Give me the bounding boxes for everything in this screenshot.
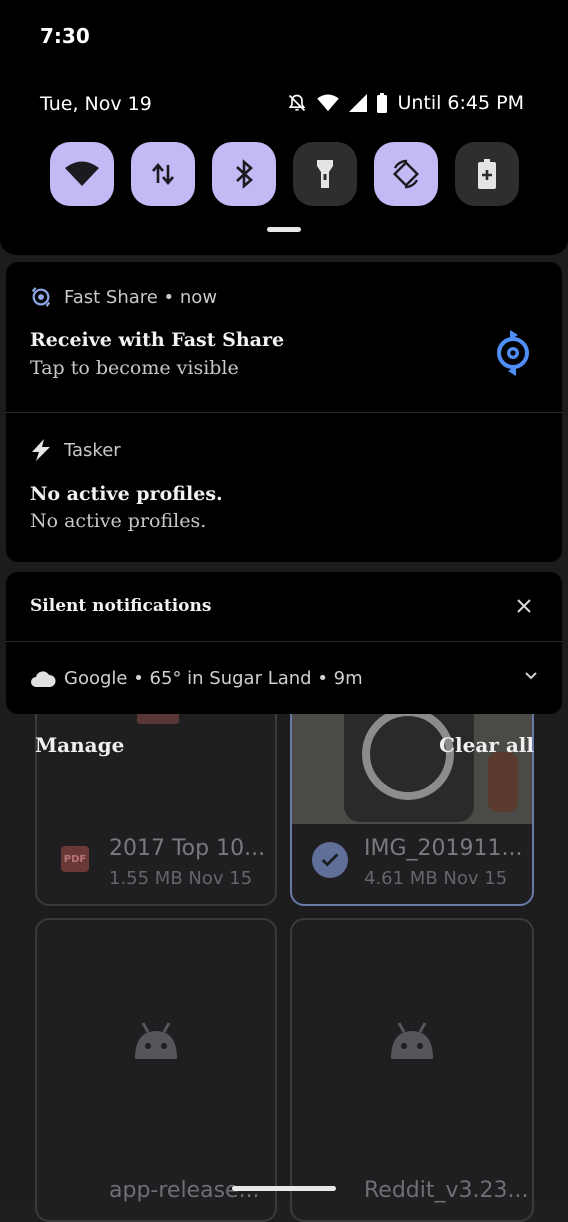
battery-saver-icon (478, 159, 496, 189)
notification-app-name: Fast Share • now (64, 287, 218, 308)
tasker-notification[interactable]: Tasker No active profiles. No active pro… (6, 413, 562, 562)
file-meta: 4.61 MB Nov 15 (364, 868, 508, 889)
manage-button[interactable]: Manage (35, 733, 124, 757)
mobile-data-tile[interactable] (131, 142, 195, 206)
notification-text: No active profiles. (30, 510, 207, 532)
date[interactable]: Tue, Nov 19 (40, 93, 152, 115)
file-card-apk[interactable]: Reddit_v3.23... (290, 918, 534, 1222)
fast-share-notification[interactable]: Fast Share • now Receive with Fast Share… (6, 262, 562, 412)
status-icons: Until 6:45 PM (287, 92, 524, 114)
clock: 7:30 (40, 24, 90, 48)
bell-off-icon (289, 94, 306, 112)
auto-rotate-tile[interactable] (374, 142, 438, 206)
notification-text: Tap to become visible (30, 357, 239, 379)
divider (6, 641, 562, 642)
cloud-icon (31, 671, 56, 687)
silent-notifications-group: Silent notifications Google • 65° in Sug… (6, 572, 562, 714)
gesture-nav-bar[interactable] (232, 1186, 336, 1191)
file-name: IMG_201911... (364, 836, 523, 861)
notification-group: Fast Share • now Receive with Fast Share… (6, 262, 562, 562)
alarm-until-text: Until 6:45 PM (397, 92, 524, 114)
file-card-apk[interactable]: app-release... (35, 918, 277, 1222)
wifi-tile[interactable] (50, 142, 114, 206)
bluetooth-icon (236, 159, 253, 189)
clear-all-button[interactable]: Clear all (439, 733, 534, 757)
file-meta: 1.55 MB Nov 15 (109, 868, 253, 889)
notification-app-name: Tasker (64, 440, 121, 461)
battery-icon (377, 93, 388, 113)
notification-title: No active profiles. (30, 483, 223, 505)
pdf-file-icon: PDF (61, 846, 89, 872)
file-name: 2017 Top 10... (109, 836, 266, 861)
file-name: Reddit_v3.23... (364, 1178, 529, 1203)
flashlight-tile[interactable] (293, 142, 357, 206)
quick-settings-panel: 7:30 Tue, Nov 19 Until 6:45 PM (0, 0, 568, 255)
lightning-icon (32, 439, 50, 461)
close-icon[interactable] (512, 594, 536, 618)
drag-handle[interactable] (267, 227, 301, 232)
fast-share-small-icon (31, 287, 51, 307)
flashlight-icon (317, 160, 333, 188)
weather-notification[interactable]: Google • 65° in Sugar Land • 9m (64, 668, 363, 689)
notification-title: Receive with Fast Share (30, 329, 285, 351)
bluetooth-tile[interactable] (212, 142, 276, 206)
chevron-down-icon[interactable] (524, 668, 538, 682)
data-arrows-icon (152, 162, 174, 186)
android-icon (391, 1022, 433, 1059)
rotate-icon (392, 159, 420, 189)
image-thumbnail (292, 702, 532, 824)
wifi-icon (65, 161, 99, 186)
signal-icon (349, 94, 368, 112)
android-icon (135, 1022, 177, 1059)
quick-settings-tiles (50, 142, 519, 206)
battery-saver-tile[interactable] (455, 142, 519, 206)
fast-share-large-icon (497, 330, 529, 376)
silent-notifications-header: Silent notifications (30, 596, 212, 616)
wifi-status-icon (317, 94, 340, 112)
selected-check-icon[interactable] (312, 842, 348, 878)
